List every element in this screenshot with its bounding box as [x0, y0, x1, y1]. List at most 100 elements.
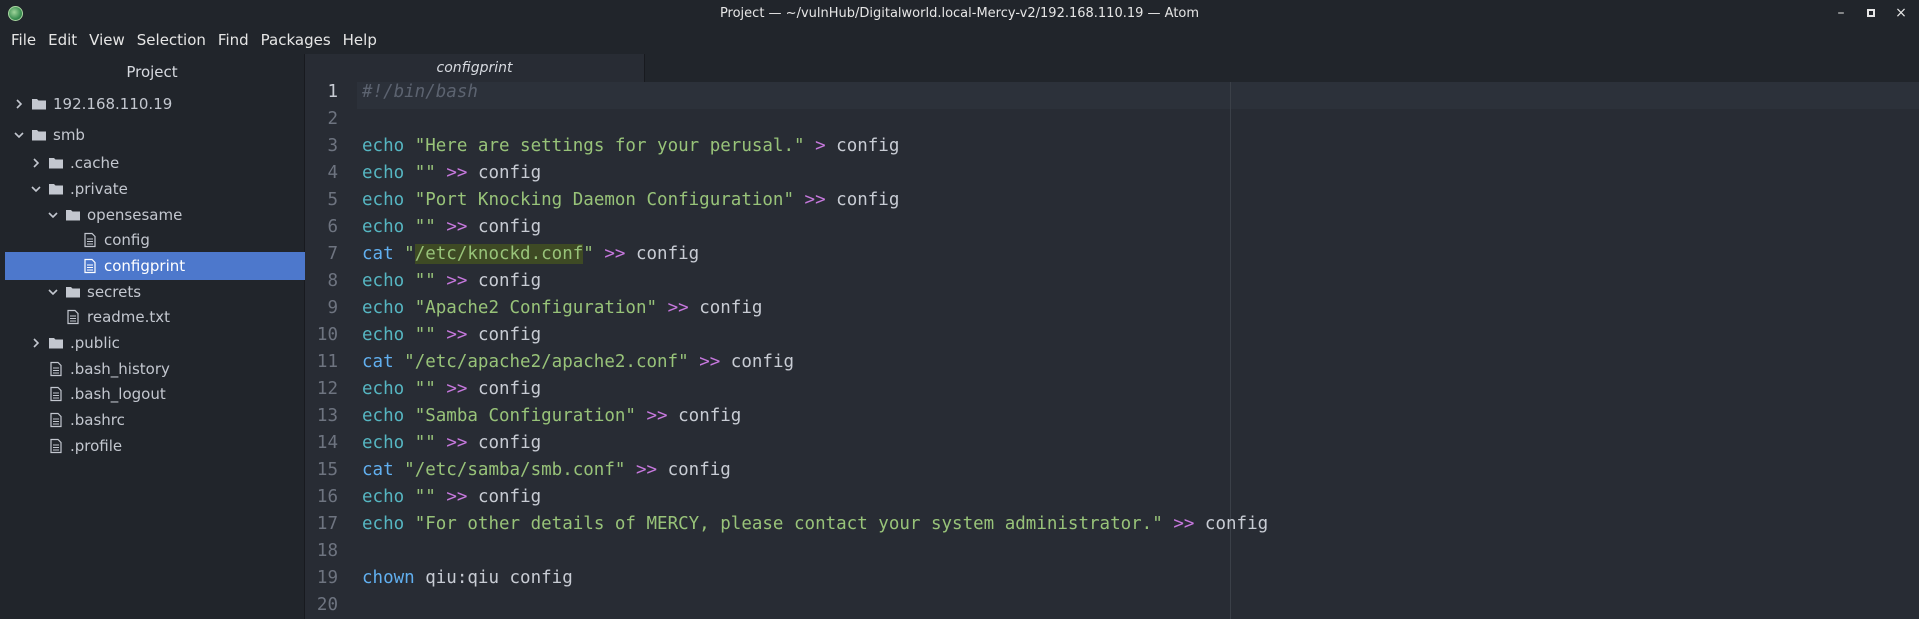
chevron-right-icon[interactable]: [28, 335, 44, 351]
code-token: >>: [446, 162, 468, 183]
code-token: "": [414, 162, 436, 183]
line-number: 7: [327, 243, 338, 264]
tree-item-smb[interactable]: smb: [5, 121, 310, 149]
code-line: 3 echo "Here are settings for your perusa…: [305, 132, 899, 159]
tree-item-profile[interactable]: .profile: [5, 432, 327, 460]
code-token: config: [625, 243, 700, 264]
code-token: echo: [362, 324, 405, 345]
code-token: config: [825, 189, 900, 210]
code-token: "Apache2 Configuration": [414, 297, 658, 318]
menu-find[interactable]: Find: [212, 27, 255, 54]
tree-item-readme-txt[interactable]: readme.txt: [5, 303, 344, 331]
menu-file[interactable]: File: [5, 27, 42, 54]
code-token: "": [414, 486, 436, 507]
chevron-down-icon[interactable]: [28, 181, 44, 197]
maximize-button[interactable]: [1863, 3, 1879, 23]
close-button[interactable]: ×: [1893, 3, 1909, 23]
code-token: "/etc/samba/smb.conf": [404, 459, 626, 480]
code-token: >>: [446, 216, 468, 237]
tree-item-opensesame[interactable]: opensesame: [5, 201, 344, 229]
code-token: config: [825, 135, 900, 156]
file-icon: [48, 438, 64, 454]
tree-item-secrets[interactable]: secrets: [5, 278, 344, 306]
line-code: echo "Apache2 Configuration" >> config: [362, 298, 762, 318]
code-token: /etc/knockd.conf: [414, 243, 584, 264]
code-token: config: [467, 162, 542, 183]
menu-packages[interactable]: Packages: [255, 27, 337, 54]
code-token: config: [467, 486, 542, 507]
code-token: "": [414, 432, 436, 453]
line-number: 2: [327, 108, 338, 129]
code-line: 19 chown qiu:qiu config: [305, 564, 573, 591]
code-token: >>: [667, 297, 689, 318]
code-line: 2: [305, 105, 362, 132]
code-line: 4 echo "" >> config: [305, 159, 541, 186]
code-token: >>: [446, 324, 468, 345]
code-token: "Samba Configuration": [414, 405, 636, 426]
menu-edit[interactable]: Edit: [42, 27, 83, 54]
code-token: "/etc/apache2/apache2.conf": [404, 351, 689, 372]
code-token: >>: [446, 270, 468, 291]
atom-logo-icon: [8, 6, 23, 21]
code-token: config: [657, 459, 731, 480]
project-panel-header[interactable]: Project: [0, 54, 304, 90]
code-line: 15 cat "/etc/samba/smb.conf" >> config: [305, 456, 731, 483]
tree-item-public[interactable]: .public: [5, 329, 327, 357]
menu-view[interactable]: View: [83, 27, 131, 54]
line-code: echo "Port Knocking Daemon Configuration…: [362, 190, 899, 210]
tree-item-label: opensesame: [87, 206, 183, 224]
minimize-button[interactable]: –: [1833, 3, 1849, 23]
tree-item-cache[interactable]: .cache: [5, 149, 327, 177]
tree-item-192-168-110-19[interactable]: 192.168.110.19: [5, 90, 310, 118]
code-token: "": [414, 324, 436, 345]
code-line: 12 echo "" >> config: [305, 375, 541, 402]
folder-icon: [31, 127, 47, 143]
tree-item-private[interactable]: .private: [5, 175, 327, 203]
code-line: 6 echo "" >> config: [305, 213, 541, 240]
chevron-down-icon[interactable]: [11, 127, 27, 143]
code-token: >>: [804, 189, 826, 210]
code-token: echo: [362, 432, 405, 453]
tree-item-label: .bash_logout: [70, 385, 166, 403]
tree-item-bashrc[interactable]: .bashrc: [5, 406, 327, 434]
window-controls: – ×: [1833, 3, 1909, 23]
line-code: echo "" >> config: [362, 433, 541, 453]
menu-selection[interactable]: Selection: [131, 27, 212, 54]
code-editor[interactable]: 1 #!/bin/bash 2 3 echo "Here are settings fo…: [305, 82, 1919, 619]
code-token: #!/bin/bash: [362, 82, 478, 102]
line-number: 16: [316, 486, 338, 507]
tab-configprint[interactable]: configprint: [305, 54, 645, 82]
code-token: >>: [446, 432, 468, 453]
file-icon: [48, 361, 64, 377]
code-token: "": [414, 216, 436, 237]
chevron-right-icon[interactable]: [11, 96, 27, 112]
code-token: "Here are settings for your perusal.": [414, 135, 805, 156]
chevron-right-icon[interactable]: [28, 155, 44, 171]
tree-item-bash-history[interactable]: .bash_history: [5, 355, 327, 383]
file-icon: [82, 232, 98, 248]
menu-help[interactable]: Help: [337, 27, 383, 54]
code-token: config: [667, 405, 742, 426]
chevron-down-icon[interactable]: [45, 284, 61, 300]
code-token: echo: [362, 216, 405, 237]
code-token: echo: [362, 270, 405, 291]
current-line-highlight: [357, 82, 1919, 109]
tree-item-label: configprint: [104, 257, 186, 275]
code-token: echo: [362, 162, 405, 183]
tree-item-bash-logout[interactable]: .bash_logout: [5, 380, 327, 408]
chevron-down-icon[interactable]: [45, 207, 61, 223]
line-code: cat "/etc/knockd.conf" >> config: [362, 243, 700, 264]
